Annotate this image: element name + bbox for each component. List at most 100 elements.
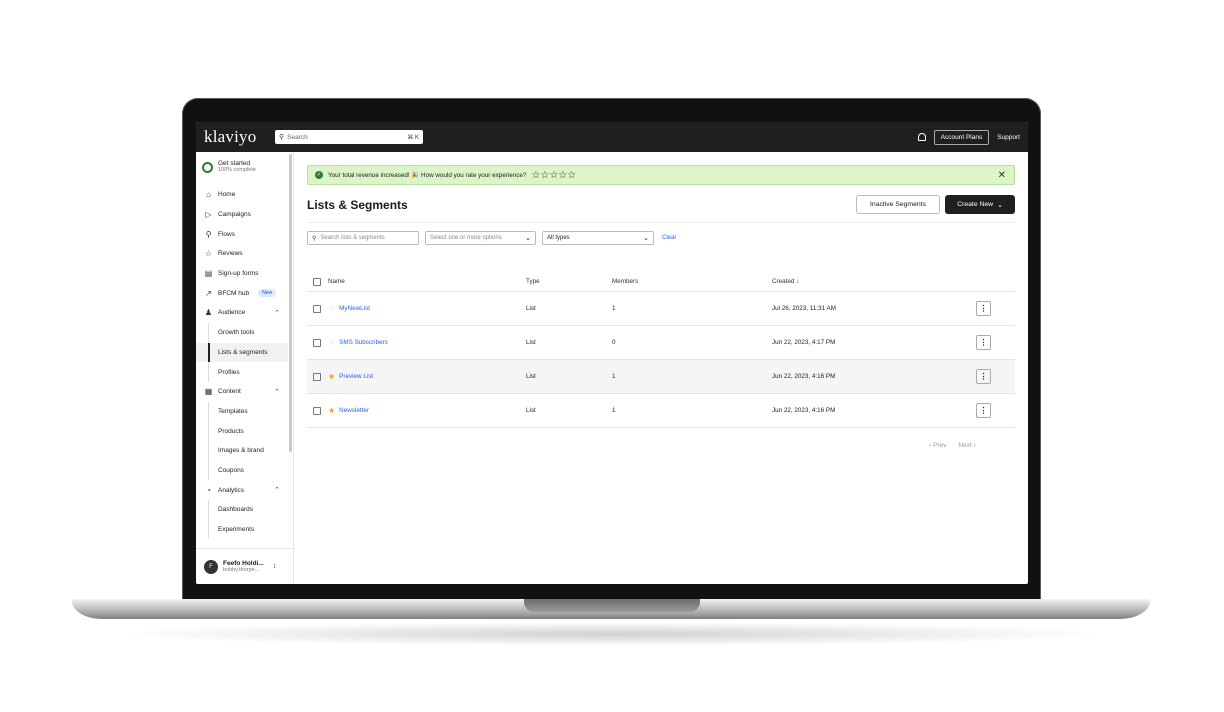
sidebar-item-images-brand[interactable]: Images & brand <box>196 440 288 461</box>
get-started-progress[interactable]: Get started 100% complete <box>202 160 256 173</box>
close-icon[interactable]: ✕ <box>998 170 1006 181</box>
account-email: bobby.thorpe... <box>223 567 260 573</box>
progress-ring-icon <box>202 162 213 173</box>
sidebar-item-analytics[interactable]: ◔ Analytics ⌃ <box>196 480 288 500</box>
filter-bar: ⚲ Search lists & segments Select one or … <box>307 231 676 245</box>
list-name-link[interactable]: Preview List <box>339 373 373 380</box>
chevron-updown-icon: ↕ <box>272 563 277 570</box>
column-created[interactable]: Created ↓ <box>772 278 972 285</box>
create-new-button[interactable]: Create New ⌄ <box>945 195 1015 214</box>
type-cell: List <box>526 407 536 414</box>
main-content: ✓ Your total revenue increased! 🎉 How wo… <box>294 152 1028 584</box>
column-type[interactable]: Type <box>526 278 612 285</box>
more-options-icon[interactable]: ⋮ <box>976 369 991 384</box>
tags-select[interactable]: Select one or more options ⌄ <box>425 231 536 245</box>
table-row[interactable]: ☆ MyNewList List 1 Jul 26, 2023, 11:31 AM ⋮ <box>307 292 1015 326</box>
sidebar-item-label: Dashboards <box>218 506 254 514</box>
type-select[interactable]: All types ⌄ <box>542 231 654 245</box>
table-row[interactable]: ★ Preview List List 1 Jun 22, 2023, 4:16 PM ⋮ <box>307 360 1015 394</box>
klaviyo-logo[interactable]: klaviyo <box>204 127 269 147</box>
sidebar-item-label: Campaigns <box>218 211 251 219</box>
row-checkbox[interactable] <box>313 338 321 347</box>
rating-stars[interactable]: ☆☆☆☆☆ <box>531 170 576 181</box>
sidebar-item-label: Experiments <box>218 526 255 534</box>
select-all-checkbox[interactable] <box>313 277 321 286</box>
search-placeholder: Search <box>287 133 308 141</box>
favorite-star-icon[interactable]: ★ <box>328 372 335 381</box>
search-shortcut: ⌘ K <box>407 134 419 141</box>
chevron-down-icon: ⌄ <box>525 235 531 242</box>
sidebar-item-reviews[interactable]: ☆ Reviews <box>196 244 288 264</box>
notification-bell-icon[interactable] <box>917 133 926 141</box>
members-cell: 1 <box>612 305 616 312</box>
chevron-down-icon: ⌄ <box>997 201 1003 209</box>
list-name-link[interactable]: Newsletter <box>339 407 369 414</box>
list-search-placeholder: Search lists & segments <box>320 235 385 241</box>
content-icon: ▦ <box>204 387 213 397</box>
sidebar-item-campaigns[interactable]: ▷ Campaigns <box>196 205 288 225</box>
next-page-button[interactable]: Next › <box>958 442 975 449</box>
created-cell: Jun 22, 2023, 4:16 PM <box>772 373 836 380</box>
table-row[interactable]: ☆ SMS Subscribers List 0 Jun 22, 2023, 4:17 … <box>307 326 1015 360</box>
account-plans-button[interactable]: Account Plans <box>933 129 990 145</box>
support-link[interactable]: Support <box>997 134 1020 141</box>
sidebar-scrollbar[interactable] <box>289 154 292 452</box>
trend-icon: ↗ <box>205 288 212 298</box>
laptop-shadow <box>112 622 1112 646</box>
more-options-icon[interactable]: ⋮ <box>976 301 991 316</box>
sidebar-item-content[interactable]: ▦ Content ⌃ <box>196 382 288 402</box>
more-options-icon[interactable]: ⋮ <box>976 403 991 418</box>
feedback-banner: ✓ Your total revenue increased! 🎉 How wo… <box>307 165 1015 185</box>
sidebar-item-flows[interactable]: ⚲ Flows <box>196 224 288 244</box>
sidebar: Get started 100% complete ⌂ Home ▷ Campaign… <box>196 152 294 584</box>
list-search-input[interactable]: ⚲ Search lists & segments <box>307 231 419 245</box>
sidebar-item-profiles[interactable]: Profiles <box>196 362 288 382</box>
sidebar-item-lists-segments[interactable]: Lists & segments <box>196 342 288 363</box>
sidebar-item-dashboards[interactable]: Dashboards <box>196 500 288 520</box>
row-checkbox[interactable] <box>313 304 321 313</box>
clear-filters-link[interactable]: Clear <box>662 235 676 241</box>
sidebar-item-label: Reviews <box>218 250 243 258</box>
favorite-star-icon[interactable]: ☆ <box>328 304 335 313</box>
sidebar-item-bfcm-hub[interactable]: ↗ BFCM hub New <box>196 283 288 303</box>
chevron-up-icon: ⌃ <box>274 388 280 396</box>
table-row[interactable]: ★ Newsletter List 1 Jun 22, 2023, 4:16 PM ⋮ <box>307 394 1015 428</box>
campaigns-icon: ▷ <box>205 210 212 220</box>
sidebar-item-label: BFCM hub <box>218 289 250 297</box>
favorite-star-icon[interactable]: ★ <box>328 406 335 415</box>
table-body: ☆ MyNewList List 1 Jul 26, 2023, 11:31 AM ⋮ ☆ S… <box>307 292 1015 428</box>
account-switcher[interactable]: F Feefo Holdi... bobby.thorpe... ↕ <box>196 548 294 584</box>
global-search-input[interactable]: ⚲ Search ⌘ K <box>275 130 423 144</box>
new-badge: New <box>258 289 277 298</box>
check-circle-icon: ✓ <box>315 171 323 179</box>
created-cell: Jul 26, 2023, 11:31 AM <box>772 305 836 312</box>
prev-page-button[interactable]: ‹ Prev <box>929 442 946 449</box>
column-name[interactable]: Name <box>321 278 526 285</box>
sidebar-item-label: Sign-up forms <box>218 270 259 278</box>
favorite-star-icon[interactable]: ☆ <box>328 338 335 347</box>
next-label: Next <box>958 442 972 449</box>
row-checkbox[interactable] <box>313 406 321 415</box>
sidebar-item-home[interactable]: ⌂ Home <box>196 185 288 205</box>
sidebar-item-coupons[interactable]: Coupons <box>196 460 288 481</box>
sidebar-item-templates[interactable]: Templates <box>196 401 288 422</box>
sidebar-item-products[interactable]: Products <box>196 421 288 441</box>
form-icon: ▤ <box>204 269 213 279</box>
search-icon: ⚲ <box>312 235 317 242</box>
sidebar-item-audience[interactable]: ♟ Audience ⌃ <box>196 303 288 323</box>
sidebar-item-label: Analytics <box>218 486 245 494</box>
row-checkbox[interactable] <box>313 372 321 381</box>
list-name-link[interactable]: MyNewList <box>339 305 370 312</box>
created-cell: Jun 22, 2023, 4:17 PM <box>772 339 836 346</box>
more-options-icon[interactable]: ⋮ <box>976 335 991 350</box>
lists-table: Name Type Members Created ↓ ☆ MyNewList Li… <box>307 272 1015 428</box>
column-members[interactable]: Members <box>612 278 772 285</box>
search-icon: ⚲ <box>279 134 285 141</box>
list-name-link[interactable]: SMS Subscribers <box>339 339 388 346</box>
sidebar-item-experiments[interactable]: Experiments <box>196 519 288 540</box>
type-cell: List <box>526 305 536 312</box>
inactive-segments-button[interactable]: Inactive Segments <box>856 195 940 214</box>
sidebar-item-sign-up-forms[interactable]: ▤ Sign-up forms <box>196 264 288 284</box>
sidebar-item-label: Products <box>218 427 244 435</box>
sidebar-item-growth-tools[interactable]: Growth tools <box>196 322 288 343</box>
